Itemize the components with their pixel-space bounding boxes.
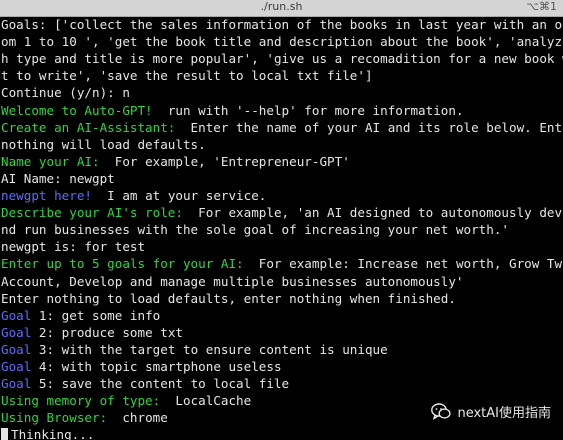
terminal-text-segment: Goal (1, 341, 32, 357)
terminal-text-segment: Account, Develop and manage multiple bus… (1, 273, 464, 289)
terminal-text-segment: om 1 to 10 ', 'get the book title and de… (1, 34, 563, 50)
terminal-status-text: Thinking... (11, 427, 95, 440)
terminal-line: nothing will load defaults. (1, 137, 563, 153)
terminal-text-segment: For example, 'an AI designed to autonomo… (198, 205, 563, 221)
terminal-text-segment: LocalCache (160, 393, 252, 409)
terminal-text-segment: Describe your AI's role: (1, 205, 183, 221)
terminal-text-segment: 2: produce some txt (31, 324, 183, 340)
terminal-line: newgpt is: for test (1, 239, 563, 255)
window-title: ./run.sh (260, 0, 303, 13)
terminal-text-segment: For example: Increase net worth, Grow Tw… (258, 256, 563, 272)
terminal-cursor (1, 428, 8, 440)
window-titlebar[interactable]: ./run.sh ⌥⌘1 (0, 0, 563, 17)
terminal-line: Goal 1: get some info (1, 308, 563, 324)
terminal-text-segment: Enter up to 5 goals for your AI: (1, 256, 244, 272)
terminal-text-segment: run with '--help' for more information. (152, 102, 464, 118)
watermark: nextAI使用指南 (431, 402, 551, 421)
terminal-text-segment: Using memory of type: (1, 393, 161, 409)
terminal-line: Name your AI: For example, 'Entrepreneur… (1, 154, 563, 170)
terminal-line: t to write', 'save the result to local t… (1, 68, 563, 84)
terminal-line: AI Name: newgpt (1, 171, 563, 187)
terminal-text-segment: newgpt here! (1, 188, 92, 203)
terminal-text-segment: 5: save the content to local file (31, 376, 290, 392)
terminal-line: Goal 5: save the content to local file (1, 376, 563, 392)
terminal-text-segment: newgpt is: for test (1, 239, 146, 255)
terminal-text-segment: nd run businesses with the sole goal of … (1, 222, 509, 238)
terminal-line: Enter nothing to load defaults, enter no… (1, 291, 563, 307)
terminal-text-segment: Goals: ['collect the sales information o… (1, 17, 563, 32)
terminal-text-segment: t to write', 'save the result to local t… (1, 68, 373, 84)
terminal-text-segment: 1: get some info (31, 307, 161, 323)
terminal-text-segment: Welcome to Auto-GPT! (1, 102, 153, 118)
terminal-line: Goal 4: with topic smartphone useless (1, 359, 563, 375)
terminal-line: Goal 3: with the target to ensure conten… (1, 342, 563, 358)
terminal-text-segment: 3: with the target to ensure content is … (31, 341, 388, 357)
window-shortcut: ⌥⌘1 (526, 0, 557, 13)
terminal-line: Welcome to Auto-GPT! run with '--help' f… (1, 103, 563, 119)
terminal-line: Account, Develop and manage multiple bus… (1, 274, 563, 290)
terminal-line: newgpt here! I am at your service. (1, 188, 563, 204)
terminal-line: Enter up to 5 goals for your AI: For exa… (1, 256, 563, 272)
terminal-output[interactable]: Goals: ['collect the sales information o… (0, 17, 563, 440)
watermark-text: nextAI使用指南 (457, 406, 551, 421)
terminal-line: Describe your AI's role: For example, 'a… (1, 205, 563, 221)
terminal-text-segment: Goal (1, 359, 32, 374)
terminal-line: Goal 2: produce some txt (1, 325, 563, 341)
terminal-line: Continue (y/n): n (1, 85, 563, 101)
terminal-text-segment: Goal (1, 376, 32, 392)
wechat-icon (431, 403, 452, 420)
terminal-text-segment: Name your AI: (1, 153, 100, 169)
terminal-text-segment: Goal (1, 307, 32, 323)
terminal-line: h type and title is more popular', 'give… (1, 51, 563, 67)
terminal-line: om 1 to 10 ', 'get the book title and de… (1, 34, 563, 50)
terminal-line: Goals: ['collect the sales information o… (1, 17, 563, 33)
terminal-text-segment: 4: with topic smartphone useless (31, 359, 282, 374)
terminal-line: Create an AI-Assistant: Enter the name o… (1, 120, 563, 136)
terminal-line: nd run businesses with the sole goal of … (1, 222, 563, 238)
terminal-text-segment: AI Name: newgpt (1, 170, 115, 186)
terminal-text-segment: I am at your service. (92, 188, 267, 203)
terminal-text-segment: Create an AI-Assistant: (1, 119, 176, 135)
terminal-text-segment: Using Browser: (1, 410, 108, 426)
terminal-text-segment: h type and title is more popular', 'give… (1, 51, 563, 67)
terminal-text-segment: chrome (107, 410, 168, 426)
terminal-text-segment: For example, 'Entrepreneur-GPT' (99, 153, 350, 169)
terminal-text-segment: nothing will load defaults. (1, 136, 206, 152)
terminal-text-segment: Continue (y/n): n (1, 85, 130, 101)
terminal-text-segment: Enter nothing to load defaults, enter no… (1, 290, 456, 306)
terminal-status-line: Thinking... (1, 427, 563, 440)
terminal-text-segment: Goal (1, 324, 32, 340)
terminal-text-segment: Enter the name of your AI and its role b… (175, 119, 563, 135)
